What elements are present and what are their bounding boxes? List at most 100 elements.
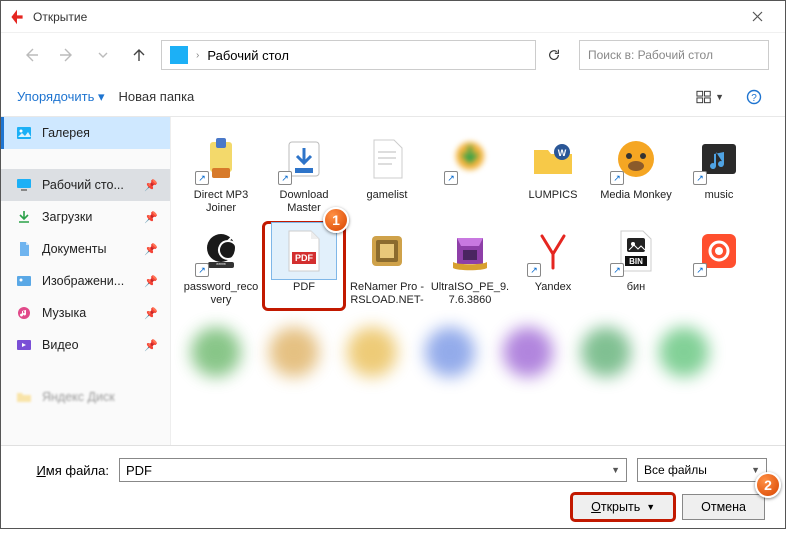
file-item[interactable]: ReNamer Pro -RSLOAD.NET- [347,223,427,309]
file-label: Direct MP3 Joiner [181,189,261,217]
sidebar-item-videos[interactable]: Видео 📌 [1,329,170,361]
file-icon: ↗ [521,223,585,279]
file-item[interactable]: BIN↗бин [596,223,676,309]
svg-text:*****: ***** [216,263,226,269]
file-icon: W [521,131,585,187]
chevron-right-icon: › [196,50,199,61]
help-button[interactable]: ? [739,83,769,111]
organize-menu[interactable]: Упорядочить ▾ [17,89,105,105]
filename-input[interactable]: PDF ▼ [119,458,627,482]
file-icon: ↗ [604,131,668,187]
new-folder-button[interactable]: Новая папка [119,89,195,104]
chevron-down-icon: ▼ [715,92,724,102]
address-bar[interactable]: › Рабочий стол [161,40,536,70]
history-button[interactable] [89,41,117,69]
sidebar-item-label: Рабочий сто... [42,178,124,192]
view-mode-button[interactable]: ▼ [695,83,725,111]
file-item[interactable]: gamelist [347,131,427,217]
folder-icon [16,389,32,405]
file-icon: ↗ [189,131,253,187]
navbar: › Рабочий стол Поиск в: Рабочий стол [1,33,785,77]
annotation-marker-1: 1 [323,207,349,233]
file-icon: ***** ↗ [189,223,253,279]
pin-icon: 📌 [144,275,158,288]
shortcut-arrow-icon: ↗ [195,263,209,277]
gallery-icon [16,125,32,141]
sidebar-item-yadisk[interactable]: Яндекс Диск [1,381,170,413]
downloads-icon [16,209,32,225]
file-label: gamelist [347,189,427,217]
file-item[interactable]: ↗ [679,223,759,309]
file-item[interactable]: PDF PDF [264,223,344,309]
search-placeholder: Поиск в: Рабочий стол [588,48,713,62]
file-label: password_recovery [181,281,261,309]
file-label: Media Monkey [596,189,676,217]
sidebar-item-downloads[interactable]: Загрузки 📌 [1,201,170,233]
desktop-icon [170,46,188,64]
chevron-down-icon: ▼ [611,465,620,475]
pin-icon: 📌 [144,211,158,224]
sidebar-item-label: Галерея [42,126,90,140]
sidebar-item-label: Загрузки [42,210,92,224]
file-item[interactable]: ***** ↗ password_recovery [181,223,261,309]
file-item[interactable]: ↗Direct MP3 Joiner [181,131,261,217]
app-icon [9,9,25,25]
sidebar-item-label: Музыка [42,306,86,320]
file-label: music [679,189,759,217]
window-title: Открытие [33,10,737,24]
filename-value: PDF [126,463,152,478]
file-item[interactable]: ↗ Media Monkey [596,131,676,217]
sidebar-item-pictures[interactable]: Изображени... 📌 [1,265,170,297]
file-item[interactable]: ↗ music [679,131,759,217]
cancel-button[interactable]: Отмена [682,494,765,520]
shortcut-arrow-icon: ↗ [444,171,458,185]
sidebar-item-gallery[interactable]: Галерея [1,117,170,149]
music-icon [16,305,32,321]
close-button[interactable] [737,3,777,31]
up-button[interactable] [125,41,153,69]
file-label: PDF [264,281,344,309]
search-input[interactable]: Поиск в: Рабочий стол [579,40,769,70]
sidebar-item-label: Видео [42,338,79,352]
sidebar-item-music[interactable]: Музыка 📌 [1,297,170,329]
sidebar-item-documents[interactable]: Документы 📌 [1,233,170,265]
titlebar: Открытие [1,1,785,33]
shortcut-arrow-icon: ↗ [693,171,707,185]
svg-text:W: W [558,148,567,158]
svg-text:PDF: PDF [295,253,314,263]
file-item[interactable]: ↗Download Master [264,131,344,217]
chevron-down-icon [98,50,108,60]
file-icon [355,131,419,187]
refresh-icon [547,48,561,62]
sidebar-item-label: Яндекс Диск [42,390,115,404]
videos-icon [16,337,32,353]
sidebar-item-label: Изображени... [42,274,124,288]
file-icon [438,223,502,279]
annotation-marker-2: 2 [755,472,781,498]
file-item[interactable]: UltraISO_PE_9.7.6.3860 [430,223,510,309]
shortcut-arrow-icon: ↗ [693,263,707,277]
shortcut-arrow-icon: ↗ [610,171,624,185]
open-button[interactable]: Открыть▼ [572,494,674,520]
location-text: Рабочий стол [207,48,289,63]
filename-label: Имя файла: [19,463,109,478]
file-item[interactable]: W LUMPICS [513,131,593,217]
svg-text:?: ? [751,93,757,104]
documents-icon [16,241,32,257]
file-item[interactable]: ↗Yandex [513,223,593,309]
svg-text:BIN: BIN [629,257,643,266]
forward-button[interactable] [53,41,81,69]
shortcut-arrow-icon: ↗ [527,263,541,277]
pin-icon: 📌 [144,339,158,352]
file-label: LUMPICS [513,189,593,217]
pin-icon: 📌 [144,179,158,192]
back-button[interactable] [17,41,45,69]
file-icon: ↗ [272,131,336,187]
sidebar-item-desktop[interactable]: Рабочий сто... 📌 [1,169,170,201]
file-icon: BIN↗ [604,223,668,279]
help-icon: ? [746,89,762,105]
file-icon: ↗ [687,131,751,187]
filetype-filter[interactable]: Все файлы ▼ [637,458,767,482]
file-item[interactable]: ↗ [430,131,510,217]
refresh-button[interactable] [535,40,571,70]
